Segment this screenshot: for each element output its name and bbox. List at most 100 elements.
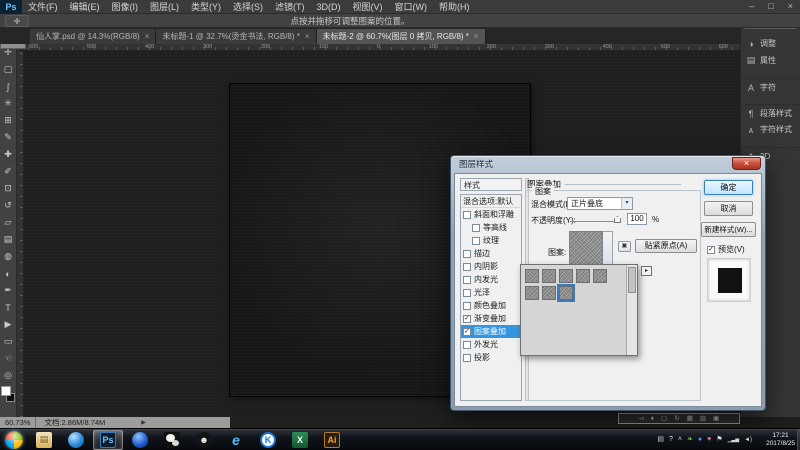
dodge-tool[interactable]: ◐ [0,265,17,282]
properties-panel-button[interactable]: ▤ 属性 [741,52,800,69]
history-brush-tool[interactable]: ↺ [0,197,17,214]
mini-tool-icon[interactable]: ▥ [700,414,706,423]
checkbox[interactable] [472,224,480,232]
checkbox[interactable] [472,237,480,245]
opacity-slider-thumb[interactable] [614,216,621,223]
path-selection-tool[interactable]: ▶ [0,316,17,333]
mini-tool-icon[interactable]: ▦ [687,414,693,423]
shape-tool[interactable]: ▭ [0,333,17,350]
pattern-swatch[interactable] [576,269,590,283]
paragraph-styles-panel-button[interactable]: ¶ 段落样式 [741,104,800,121]
menu-item[interactable]: 窗口(W) [389,0,434,14]
menu-item[interactable]: 选择(S) [227,0,269,14]
checkbox[interactable] [463,211,471,219]
picker-flyout-button[interactable]: ▸ [641,266,652,276]
tray-chevron-icon[interactable]: ˄ [678,436,682,444]
pattern-swatch[interactable] [542,269,556,283]
illustrator-icon[interactable]: Ai [317,430,347,450]
eraser-tool[interactable]: ▱ [0,214,17,231]
lasso-tool[interactable]: ʃ [0,78,17,95]
menu-item[interactable]: 帮助(H) [433,0,476,14]
close-icon[interactable]: × [145,29,150,44]
character-panel-button[interactable]: A 字符 [741,78,800,95]
style-option[interactable]: 颜色叠加 [461,299,521,312]
picker-scrollbar[interactable] [626,265,637,355]
mini-tool-icon[interactable]: ▢ [661,414,667,423]
tray-pink-icon[interactable]: ♥ [707,436,711,444]
style-option[interactable]: ✓ 图案叠加 [461,325,521,338]
close-icon[interactable]: × [474,29,479,44]
clone-stamp-tool[interactable]: ⊡ [0,180,17,197]
tray-dot-icon[interactable]: ● [698,436,702,444]
preview-checkbox[interactable]: ✓ [707,246,715,254]
spot-healing-tool[interactable]: ✚ [0,146,17,163]
document-tab[interactable]: 未标题-2 @ 60.7%(图层 0 拷贝, RGB/8) * × [317,29,486,44]
snap-to-origin-button[interactable]: 贴紧原点(A) [635,239,697,253]
volume-icon[interactable]: ◄) [744,436,752,444]
checkbox[interactable] [463,276,471,284]
pattern-swatch[interactable] [525,286,539,300]
close-button[interactable]: × [785,0,796,13]
adjustments-panel-button[interactable]: ◑ 调整 [741,35,800,52]
pattern-swatch[interactable] [525,269,539,283]
dialog-close-button[interactable]: × [732,157,761,170]
document-tab[interactable]: 未标题-1 @ 32.7%(烫金书法, RGB/8) * × [156,29,316,44]
pattern-swatch[interactable] [559,269,573,283]
tray-list-icon[interactable]: ▤ [657,436,664,444]
blend-mode-select[interactable]: 正片叠底 ▾ [567,197,633,210]
opacity-value[interactable]: 100 [627,213,647,225]
checkbox[interactable] [463,289,471,297]
explorer-icon[interactable]: ▤ [29,430,59,450]
new-preset-button[interactable]: ▣ [618,241,631,252]
style-option[interactable]: 内发光 [461,273,521,286]
ok-button[interactable]: 确定 [704,180,753,195]
blending-options-item[interactable]: 混合选项:默认 [461,195,521,208]
menu-item[interactable]: 文件(F) [22,0,64,14]
close-icon[interactable]: × [305,29,310,44]
hand-tool[interactable]: ☜ [0,350,17,367]
pattern-swatch[interactable] [559,286,573,300]
restore-button[interactable]: □ [765,0,776,13]
pattern-swatch[interactable] [542,286,556,300]
photoshop-icon[interactable]: Ps [93,430,123,450]
sphere-browser-icon[interactable] [125,430,155,450]
menu-item[interactable]: 图层(L) [144,0,185,14]
style-option[interactable]: 光泽 [461,286,521,299]
document-tab[interactable]: 仙人掌.psd @ 14.3%(RGB/8) × [30,29,156,44]
mini-tool-icon[interactable]: ◅ [639,414,644,423]
type-tool[interactable]: T [0,299,17,316]
mini-tool-icon[interactable]: ♦ [651,414,654,423]
style-option[interactable]: 内阴影 [461,260,521,273]
mini-tool-icon[interactable]: ↻ [674,414,679,423]
menu-item[interactable]: 滤镜(T) [269,0,311,14]
move-tool-icon[interactable]: ✛ [5,15,29,27]
eyedropper-tool[interactable]: ✎ [0,129,17,146]
style-option[interactable]: 纹理 [461,234,521,247]
tray-leaf-icon[interactable]: ❧ [687,436,693,444]
style-option[interactable]: 斜面和浮雕 [461,208,521,221]
status-menu-arrow-icon[interactable]: ▶ [141,419,146,426]
tray-help-icon[interactable]: ? [669,436,673,444]
messenger-icon[interactable]: ☻ [189,430,219,450]
checkbox[interactable] [463,263,471,271]
style-option[interactable]: 等高线 [461,221,521,234]
checkbox[interactable]: ✓ [463,315,471,323]
quick-selection-tool[interactable]: ✳ [0,95,17,112]
brush-tool[interactable]: ✐ [0,163,17,180]
crop-tool[interactable]: ⊞ [0,112,17,129]
style-option[interactable]: 外发光 [461,338,521,351]
taskbar-clock[interactable]: 17:21 2017/8/25 [766,432,795,448]
wechat-icon[interactable] [157,430,187,450]
menu-item[interactable]: 编辑(E) [64,0,106,14]
checkbox[interactable] [463,341,471,349]
start-button[interactable] [5,431,23,449]
marquee-tool[interactable]: ▢ [0,61,17,78]
menu-item[interactable]: 视图(V) [347,0,389,14]
k-app-icon[interactable]: K [253,430,283,450]
style-option[interactable]: 投影 [461,351,521,364]
foreground-color-swatch[interactable] [1,386,11,396]
excel-icon[interactable]: X [285,430,315,450]
checkbox[interactable] [463,302,471,310]
new-style-button[interactable]: 新建样式(W)... [701,222,756,237]
opacity-slider[interactable] [570,221,620,222]
